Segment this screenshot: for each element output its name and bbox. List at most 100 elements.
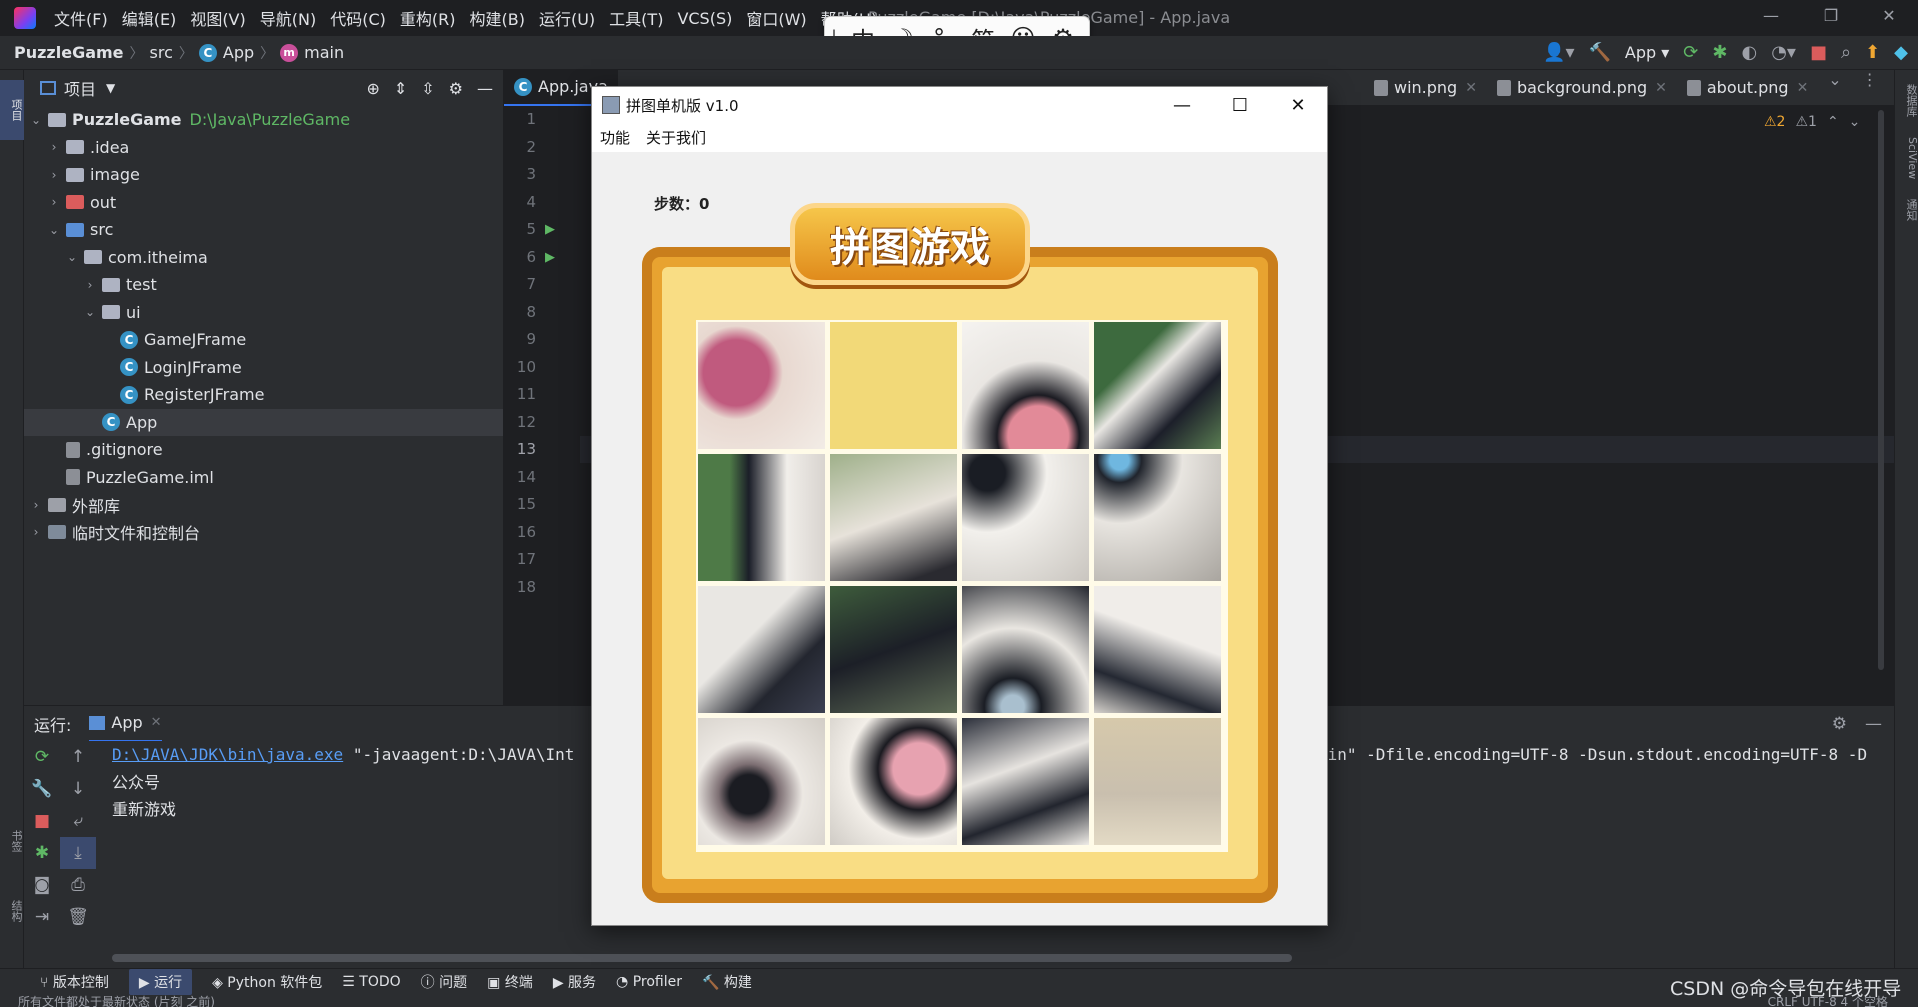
soft-wrap-icon[interactable]: ⤶ [60,805,96,837]
tool-window-button[interactable]: ▶ 运行 [128,969,193,995]
exit-icon[interactable]: ⇥ [24,901,60,933]
tab-about-png[interactable]: about.png ✕ [1677,70,1818,106]
rerun-icon[interactable]: ⟳ [24,741,60,773]
puzzle-tile[interactable] [830,718,957,845]
tool-window-button[interactable]: ▣ 终端 [487,972,533,992]
menu-item[interactable]: 构建(B) [470,6,525,30]
tree-node[interactable]: ⌄ com.itheima [24,244,503,272]
sciview-tool-button[interactable]: SciView [1895,137,1918,179]
tree-node[interactable]: › 临时文件和控制台 [24,519,503,547]
chevron-down-icon[interactable]: ⌄ [64,250,80,264]
restore-icon[interactable]: ❐ [1816,6,1846,30]
chevron-down-icon[interactable]: ⌄ [46,223,62,237]
chevron-right-icon[interactable]: › [46,168,62,182]
tool-window-button[interactable]: ◔ Profiler [616,974,682,990]
puzzle-tile[interactable] [962,454,1089,581]
close-tab-icon[interactable]: ✕ [1655,80,1667,96]
chevron-right-icon[interactable]: › [28,498,44,512]
close-tab-icon[interactable]: ✕ [151,715,162,730]
structure-tool-button[interactable]: 结构 [0,900,24,922]
menu-item[interactable]: 视图(V) [190,6,245,30]
tree-node[interactable]: .gitignore [24,436,503,464]
puzzle-tile[interactable] [698,454,825,581]
rerun-icon[interactable]: ⟳ [1683,42,1698,63]
tool-window-button[interactable]: ⓘ 问题 [421,972,467,992]
menu-item[interactable]: 重构(R) [400,6,456,30]
menu-item[interactable]: VCS(S) [677,9,732,28]
trash-icon[interactable]: 🗑 [60,901,96,933]
tree-node[interactable]: C App [24,408,503,436]
run-gutter-icon[interactable]: ▶ [545,250,555,265]
stop-icon[interactable]: ■ [24,805,60,837]
menu-about-us[interactable]: 关于我们 [646,127,706,148]
more-options-icon[interactable]: ⋮ [1852,70,1888,106]
tree-node[interactable]: ⌄ PuzzleGame D:\Java\PuzzleGame [24,106,503,134]
search-icon[interactable]: ⌕ [1841,42,1851,63]
tool-window-button[interactable]: ◈ Python 软件包 [212,972,322,992]
tree-node[interactable]: C LoginJFrame [24,354,503,382]
run-gutter-icon[interactable]: ▶ [545,222,555,237]
plugin-icon[interactable]: ◆ [1894,42,1908,63]
hide-icon[interactable]: — [477,79,493,98]
chevron-down-icon[interactable]: ⌄ [1849,114,1861,130]
profile-icon[interactable]: ◔▾ [1771,42,1796,63]
coverage-icon[interactable]: ◐ [1741,42,1757,63]
puzzle-tile[interactable] [1094,322,1221,449]
breadcrumb-main[interactable]: main [304,43,344,62]
maximize-icon[interactable]: ☐ [1211,95,1269,116]
tab-win-png[interactable]: win.png ✕ [1364,70,1487,106]
puzzle-board[interactable] [696,320,1228,852]
bookmarks-tool-button[interactable]: 书签 [0,830,24,852]
debug-icon[interactable]: ✱ [1712,42,1727,63]
tree-node[interactable]: PuzzleGame.iml [24,464,503,492]
chevron-right-icon[interactable]: › [46,140,62,154]
chevron-down-icon[interactable]: ▼ [106,81,115,95]
chevron-down-icon[interactable]: ⌄ [82,305,98,319]
build-hammer-icon[interactable]: 🔨 [1588,42,1610,63]
tree-node[interactable]: › out [24,189,503,217]
console-h-scrollbar[interactable] [112,954,1292,962]
project-panel-title[interactable]: 项目 [64,76,96,100]
notifications-tool-button[interactable]: 通知 [1895,199,1918,221]
menu-item[interactable]: 文件(F) [54,6,108,30]
inspection-widget[interactable]: ⚠2 ⚠1 ⌃ ⌄ [1764,114,1860,130]
tree-node[interactable]: › image [24,161,503,189]
minimize-icon[interactable]: — [1153,95,1211,116]
chevron-right-icon[interactable]: › [46,195,62,209]
tree-node[interactable]: C RegisterJFrame [24,381,503,409]
puzzle-tile[interactable] [698,718,825,845]
menu-item[interactable]: 编辑(E) [122,6,177,30]
puzzle-tile[interactable] [698,322,825,449]
hide-icon[interactable]: — [1865,714,1882,734]
puzzle-tile[interactable] [698,586,825,713]
run-tab-app[interactable]: App ✕ [89,706,162,742]
menu-item[interactable]: 导航(N) [260,6,316,30]
gear-icon[interactable]: ⚙ [1832,714,1847,734]
database-tool-button[interactable]: 数据库 [1895,84,1918,117]
editor-scrollbar[interactable] [1878,110,1884,670]
tree-node[interactable]: › 外部库 [24,491,503,519]
print-icon[interactable]: ⎙ [60,869,96,901]
chevron-right-icon[interactable]: › [82,278,98,292]
tree-node[interactable]: ⌄ ui [24,299,503,327]
camera-icon[interactable]: ◙ [24,869,60,901]
menu-item[interactable]: 窗口(W) [746,6,806,30]
menu-item[interactable]: 工具(T) [609,6,663,30]
chevron-up-icon[interactable]: ⌃ [1827,114,1839,130]
breadcrumb-app[interactable]: App [223,43,254,62]
arrow-up-icon[interactable]: ↑ [60,741,96,773]
run-config-select[interactable]: App ▾ [1625,43,1669,62]
minimize-icon[interactable]: — [1756,6,1786,30]
update-icon[interactable]: ⬆ [1865,42,1880,63]
tree-node[interactable]: C GameJFrame [24,326,503,354]
puzzle-tile[interactable] [962,586,1089,713]
chevron-right-icon[interactable]: › [28,525,44,539]
puzzle-tile[interactable] [1094,718,1221,845]
arrow-down-icon[interactable]: ↓ [60,773,96,805]
puzzle-tile[interactable] [1094,454,1221,581]
close-tab-icon[interactable]: ✕ [1465,80,1477,96]
locate-icon[interactable]: ⊕ [366,79,379,98]
tool-window-button[interactable]: ☰ TODO [342,974,400,990]
user-icon[interactable]: 👤▾ [1543,42,1574,63]
puzzle-tile[interactable] [962,322,1089,449]
